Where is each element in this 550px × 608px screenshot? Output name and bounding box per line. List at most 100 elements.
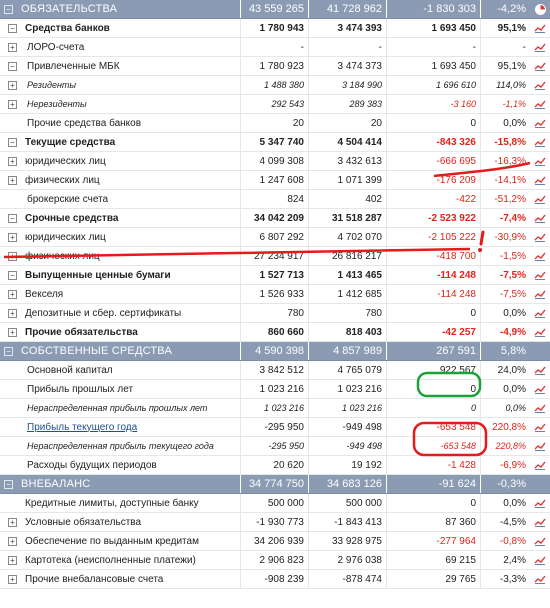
table-row[interactable]: + Резиденты 1 488 380 3 184 990 1 696 610 114… xyxy=(0,76,550,95)
row-label: Резиденты xyxy=(27,80,77,90)
expand-icon[interactable]: + xyxy=(8,327,17,337)
expand-icon[interactable]: + xyxy=(8,232,17,242)
change-pct-cell: 220,8% xyxy=(480,437,530,455)
table-row[interactable]: − Привлеченные МБК 1 780 923 3 474 373 1 693… xyxy=(0,57,550,76)
row-label: Привлеченные МБК xyxy=(27,60,120,72)
expand-icon[interactable]: + xyxy=(8,574,17,584)
collapse-icon[interactable]: − xyxy=(8,270,17,280)
change-pct-cell: - xyxy=(480,38,530,56)
change-abs-cell: - xyxy=(386,38,480,56)
line-chart-icon[interactable] xyxy=(530,323,550,341)
line-chart-icon[interactable] xyxy=(530,228,550,246)
expand-icon[interactable]: + xyxy=(8,251,17,261)
line-chart-icon[interactable] xyxy=(530,266,550,284)
table-row[interactable]: Кредитные лимиты, доступные банку 500 000… xyxy=(0,494,550,513)
table-row[interactable]: + Прочие внебалансовые счета -908 239 -878 … xyxy=(0,570,550,589)
line-chart-icon[interactable] xyxy=(530,190,550,208)
collapse-icon[interactable]: − xyxy=(8,23,17,33)
section-header-row[interactable]: − ОБЯЗАТЕЛЬСТВА 43 559 265 41 728 962 -1 830… xyxy=(0,0,550,19)
row-label-cell: Основной капитал xyxy=(0,361,240,379)
table-row[interactable]: Нераспределенная прибыль текущего года -2… xyxy=(0,437,550,456)
line-chart-icon[interactable] xyxy=(530,570,550,588)
table-row[interactable]: Прибыль текущего года -295 950 -949 498 -65… xyxy=(0,418,550,437)
table-row[interactable]: Прочие средства банков 20 20 0 0,0% xyxy=(0,114,550,133)
expand-icon[interactable]: + xyxy=(8,99,17,109)
table-row[interactable]: − Срочные средства 34 042 209 31 518 287 -2 … xyxy=(0,209,550,228)
table-row[interactable]: − Текущие средства 5 347 740 4 504 414 -843 … xyxy=(0,133,550,152)
table-row[interactable]: + Обеспечение по выданным кредитам 34 206 … xyxy=(0,532,550,551)
row-label: Средства банков xyxy=(25,22,110,34)
change-pct-cell: 0,0% xyxy=(480,304,530,322)
table-row[interactable]: + Нерезиденты 292 543 289 383 -3 160 -1,1% xyxy=(0,95,550,114)
line-chart-icon[interactable] xyxy=(530,114,550,132)
line-chart-icon[interactable] xyxy=(530,19,550,37)
line-chart-icon[interactable] xyxy=(530,304,550,322)
line-chart-icon[interactable] xyxy=(530,399,550,417)
table-row[interactable]: брокерские счета 824 402 -422 -51,2% xyxy=(0,190,550,209)
value-end-cell: 4 702 070 xyxy=(308,228,386,246)
line-chart-icon[interactable] xyxy=(530,513,550,531)
line-chart-icon[interactable] xyxy=(530,494,550,512)
line-chart-icon[interactable] xyxy=(530,437,550,455)
change-abs-cell: -3 160 xyxy=(386,95,480,113)
table-row[interactable]: + Прочие обязательства 860 660 818 403 -42 2… xyxy=(0,323,550,342)
expand-icon[interactable]: + xyxy=(8,555,17,565)
table-row[interactable]: Прибыль прошлых лет 1 023 216 1 023 216 0 0,… xyxy=(0,380,550,399)
table-row[interactable]: + Условные обязательства -1 930 773 -1 843 … xyxy=(0,513,550,532)
expand-icon[interactable]: + xyxy=(8,308,17,318)
table-row[interactable]: Нераспределенная прибыль прошлых лет 1 02… xyxy=(0,399,550,418)
row-label-cell: Кредитные лимиты, доступные банку xyxy=(0,494,240,512)
value-start-cell: -295 950 xyxy=(240,437,308,455)
collapse-icon[interactable]: − xyxy=(4,346,13,356)
table-row[interactable]: + Картотека (неисполненные платежи) 2 906 … xyxy=(0,551,550,570)
line-chart-icon[interactable] xyxy=(530,285,550,303)
section-header-row[interactable]: − ВНЕБАЛАНС 34 774 750 34 683 126 -91 624 -0,… xyxy=(0,475,550,494)
line-chart-icon[interactable] xyxy=(530,361,550,379)
collapse-icon[interactable]: − xyxy=(4,4,13,14)
table-row[interactable]: + физических лиц 27 234 917 26 816 217 -418 … xyxy=(0,247,550,266)
line-chart-icon[interactable] xyxy=(530,133,550,151)
line-chart-icon[interactable] xyxy=(530,209,550,227)
change-pct-cell: 5,8% xyxy=(480,342,530,360)
expand-icon[interactable]: + xyxy=(8,80,17,90)
collapse-icon[interactable]: − xyxy=(8,137,17,147)
line-chart-icon[interactable] xyxy=(530,551,550,569)
table-row[interactable]: Основной капитал 3 842 512 4 765 079 922 56… xyxy=(0,361,550,380)
expand-icon[interactable]: + xyxy=(8,156,17,166)
table-row[interactable]: + юридических лиц 6 807 292 4 702 070 -2 105… xyxy=(0,228,550,247)
line-chart-icon[interactable] xyxy=(530,247,550,265)
row-label[interactable]: Прибыль текущего года xyxy=(27,422,137,433)
line-chart-icon[interactable] xyxy=(530,57,550,75)
change-pct-cell: -6,9% xyxy=(480,456,530,474)
line-chart-icon[interactable] xyxy=(530,76,550,94)
expand-icon[interactable]: + xyxy=(8,175,17,185)
table-row[interactable]: Расходы будущих периодов 20 620 19 192 -1 4… xyxy=(0,456,550,475)
line-chart-icon[interactable] xyxy=(530,380,550,398)
line-chart-icon[interactable] xyxy=(530,95,550,113)
line-chart-icon[interactable] xyxy=(530,532,550,550)
pie-chart-icon[interactable] xyxy=(530,0,550,18)
expand-icon[interactable]: + xyxy=(8,289,17,299)
table-row[interactable]: − Выпущенные ценные бумаги 1 527 713 1 413 … xyxy=(0,266,550,285)
table-row[interactable]: + юридических лиц 4 099 308 3 432 613 -666 6… xyxy=(0,152,550,171)
line-chart-icon[interactable] xyxy=(530,418,550,436)
line-chart-icon[interactable] xyxy=(530,171,550,189)
table-row[interactable]: − Средства банков 1 780 943 3 474 393 1 693 … xyxy=(0,19,550,38)
table-row[interactable]: + Векселя 1 526 933 1 412 685 -114 248 -7,5% xyxy=(0,285,550,304)
expand-icon[interactable]: + xyxy=(8,42,17,52)
collapse-icon[interactable]: − xyxy=(8,213,17,223)
table-row[interactable]: + физических лиц 1 247 608 1 071 399 -176 20… xyxy=(0,171,550,190)
table-row[interactable]: + ЛОРО-счета - - - - xyxy=(0,38,550,57)
table-row[interactable]: + Депозитные и сбер. сертификаты 780 780 0 0,… xyxy=(0,304,550,323)
value-start-cell: 1 526 933 xyxy=(240,285,308,303)
collapse-icon[interactable]: − xyxy=(8,61,17,71)
line-chart-icon[interactable] xyxy=(530,152,550,170)
line-chart-icon[interactable] xyxy=(530,456,550,474)
section-header-row[interactable]: − СОБСТВЕННЫЕ СРЕДСТВА 4 590 398 4 857 989 2… xyxy=(0,342,550,361)
line-chart-icon[interactable] xyxy=(530,38,550,56)
change-abs-cell: -422 xyxy=(386,190,480,208)
expand-icon[interactable]: + xyxy=(8,536,17,546)
value-end-cell: 20 xyxy=(308,114,386,132)
expand-icon[interactable]: + xyxy=(8,517,17,527)
collapse-icon[interactable]: − xyxy=(4,479,13,489)
